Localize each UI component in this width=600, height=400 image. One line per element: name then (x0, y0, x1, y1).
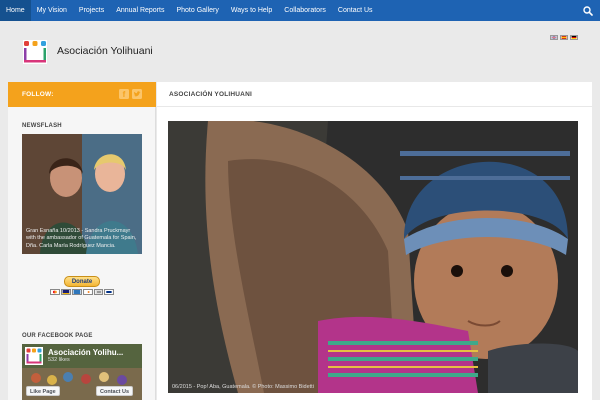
flag-spanish-icon[interactable] (560, 35, 568, 40)
bank-icon (93, 289, 104, 295)
flag-english-icon[interactable] (550, 35, 558, 40)
payment-cards (50, 289, 115, 295)
visa-icon (60, 289, 71, 295)
hero-caption: 06/2015 - Pop! Aba, Guatemala. © Photo: … (172, 384, 314, 390)
top-navigation: Home My Vision Projects Annual Reports P… (0, 0, 600, 21)
follow-bar: FOLLOW: f (8, 82, 156, 107)
discover-icon (82, 289, 93, 295)
contact-us-button[interactable]: Contact Us (96, 386, 134, 396)
like-page-label: Like Page (30, 389, 56, 395)
facebook-page-widget[interactable]: Asociación Yolihu... 532 likes Like Page… (22, 344, 142, 400)
donate-button[interactable]: Donate (64, 276, 100, 287)
page-title: ASOCIACIÓN YOLIHUANI (169, 91, 252, 98)
facebook-icon[interactable]: f (119, 89, 129, 99)
nav-item-projects[interactable]: Projects (73, 0, 110, 21)
like-page-button[interactable]: Like Page (26, 386, 60, 396)
search-icon[interactable] (576, 0, 600, 21)
site-header: Asociación Yolihuani (0, 21, 600, 81)
newsflash-title: NEWSFLASH (22, 123, 62, 129)
facebook-page-title: OUR FACEBOOK PAGE (22, 333, 93, 339)
nav-item-annual-reports[interactable]: Annual Reports (110, 0, 170, 21)
nav-item-collaborators[interactable]: Collaborators (278, 0, 332, 21)
nav-item-home[interactable]: Home (0, 0, 31, 21)
facebook-likes-count: 532 likes (48, 357, 70, 363)
contact-us-label: Contact Us (100, 389, 130, 395)
nav-item-my-vision[interactable]: My Vision (31, 0, 73, 21)
twitter-icon[interactable] (132, 89, 142, 99)
nav-item-photo-gallery[interactable]: Photo Gallery (170, 0, 224, 21)
follow-label: FOLLOW: (22, 91, 54, 98)
main-title-bar: ASOCIACIÓN YOLIHUANI (157, 82, 592, 107)
nav-item-ways-to-help[interactable]: Ways to Help (225, 0, 278, 21)
mastercard-icon (50, 289, 60, 295)
flag-german-icon[interactable] (570, 35, 578, 40)
facebook-page-logo (25, 347, 43, 365)
hero-image[interactable]: 06/2015 - Pop! Aba, Guatemala. © Photo: … (168, 121, 578, 393)
amex-icon (71, 289, 82, 295)
language-switcher (550, 35, 578, 40)
paypal-card-icon (104, 289, 115, 295)
site-logo[interactable] (22, 39, 48, 65)
newsflash-photo[interactable]: Gran Esnaña 10/2013 - Sandra Pruckmayr w… (22, 134, 142, 254)
nav-item-contact-us[interactable]: Contact Us (332, 0, 379, 21)
facebook-page-name[interactable]: Asociación Yolihu... (48, 348, 123, 357)
site-title[interactable]: Asociación Yolihuani (57, 45, 153, 57)
donate-widget: Donate (50, 276, 115, 298)
newsflash-caption: Gran Esnaña 10/2013 - Sandra Pruckmayr w… (26, 227, 137, 249)
